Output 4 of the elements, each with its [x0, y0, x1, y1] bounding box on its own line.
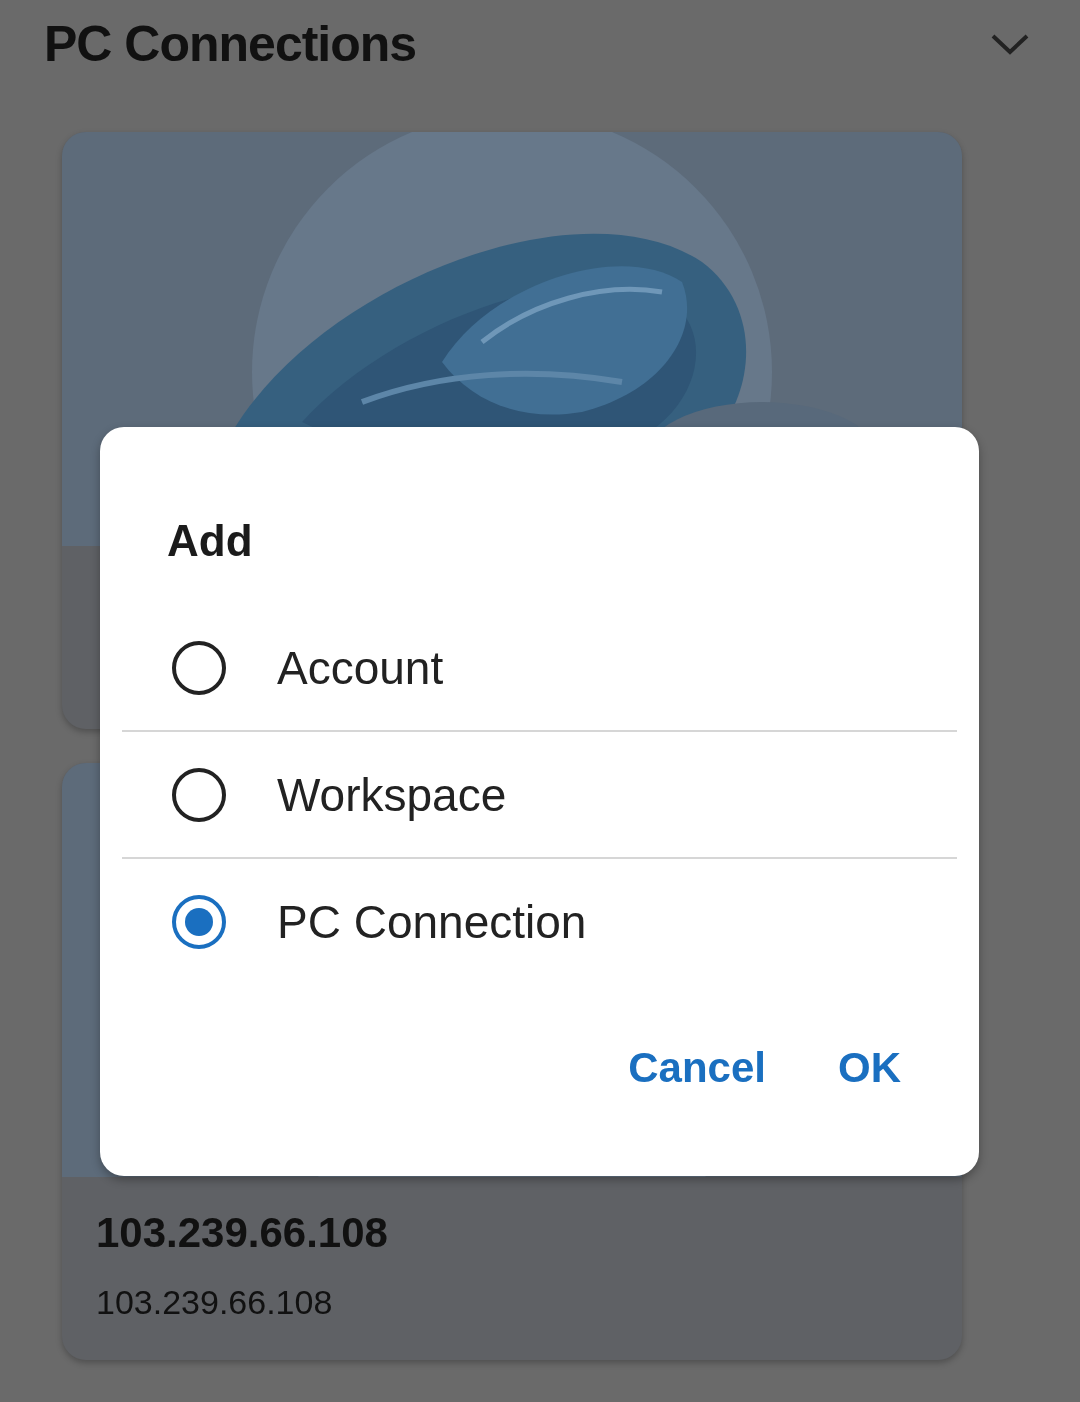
- connection-address: 103.239.66.108: [96, 1283, 333, 1322]
- connection-name: 103.239.66.108: [96, 1209, 388, 1257]
- section-title: PC Connections: [44, 15, 417, 73]
- dialog-title: Add: [167, 519, 253, 563]
